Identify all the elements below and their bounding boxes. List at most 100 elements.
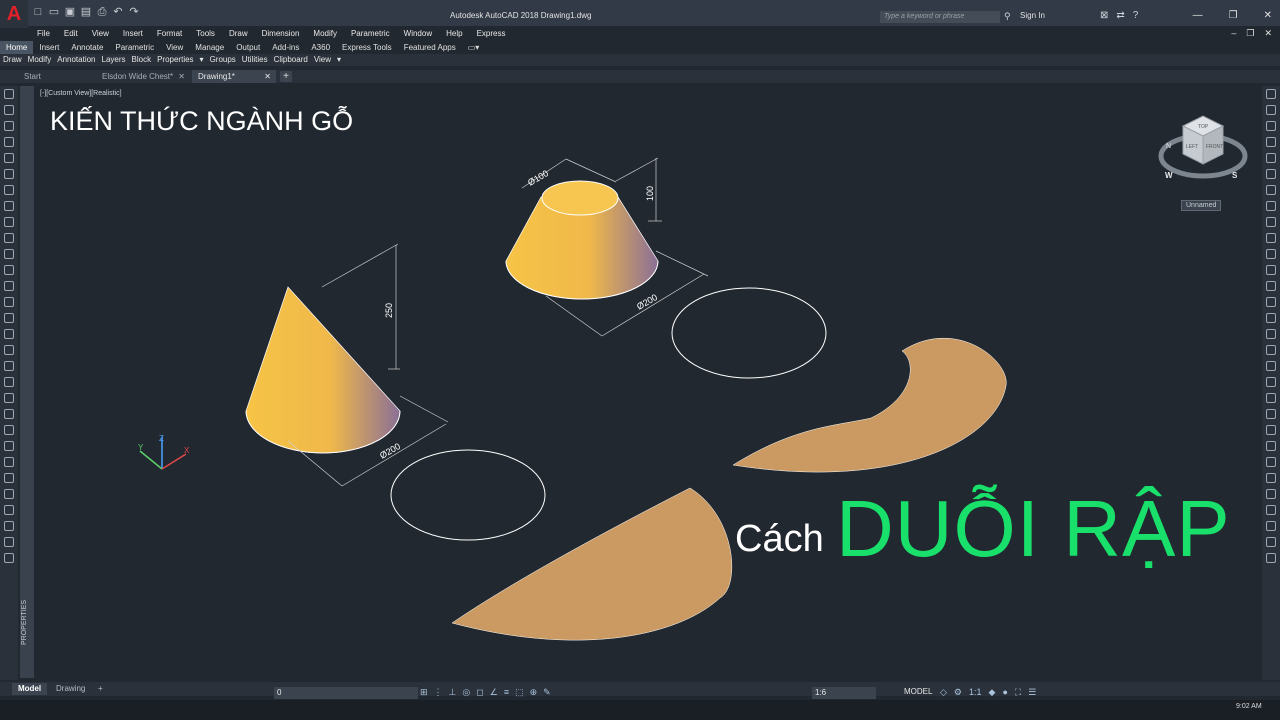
- doc-close-icon[interactable]: ✕: [1264, 28, 1272, 39]
- panel-properties[interactable]: Properties: [154, 54, 196, 66]
- tool-icon[interactable]: [4, 377, 14, 387]
- tool-icon[interactable]: [1266, 281, 1276, 291]
- customize-icon[interactable]: ☰: [1028, 687, 1036, 698]
- snap-icon[interactable]: ⋮: [434, 687, 443, 698]
- tool-icon[interactable]: [1266, 537, 1276, 547]
- viewcube-top[interactable]: TOP: [1198, 124, 1209, 130]
- tool-icon[interactable]: [4, 393, 14, 403]
- menu-file[interactable]: File: [30, 28, 57, 40]
- tool-icon[interactable]: [4, 137, 14, 147]
- tool-icon[interactable]: [1266, 457, 1276, 467]
- tool-icon[interactable]: [4, 89, 14, 99]
- doc-restore-icon[interactable]: ❐: [1246, 28, 1254, 39]
- tool-icon[interactable]: [4, 233, 14, 243]
- frustum-base-circle[interactable]: [671, 287, 827, 379]
- tool-icon[interactable]: [1266, 217, 1276, 227]
- grid-icon[interactable]: ⊞: [420, 687, 428, 698]
- tab-model[interactable]: Model: [12, 683, 48, 695]
- panel-clipboard[interactable]: Clipboard: [271, 54, 311, 66]
- viewcube-left[interactable]: LEFT: [1186, 144, 1198, 150]
- tool-icon[interactable]: [1266, 313, 1276, 323]
- cone-flat-pattern[interactable]: [451, 487, 733, 641]
- menu-dimension[interactable]: Dimension: [255, 28, 307, 40]
- binoculars-icon[interactable]: ⚲: [1004, 11, 1011, 22]
- osnap-icon[interactable]: ◻: [476, 687, 483, 698]
- panel-annotation[interactable]: Annotation: [54, 54, 98, 66]
- tool-icon[interactable]: [4, 457, 14, 467]
- tab-manage[interactable]: Manage: [189, 41, 230, 54]
- menu-edit[interactable]: Edit: [57, 28, 85, 40]
- tool-icon[interactable]: [1266, 153, 1276, 163]
- doc-tab-drawing1[interactable]: Drawing1* ✕: [192, 70, 276, 83]
- tool-icon[interactable]: [1266, 473, 1276, 483]
- add-layout-button[interactable]: +: [92, 683, 109, 695]
- lineweight-icon[interactable]: ≡: [504, 687, 509, 698]
- tab-featured-apps[interactable]: Featured Apps: [398, 41, 462, 54]
- close-icon[interactable]: ✕: [1264, 10, 1272, 21]
- tab-annotate[interactable]: Annotate: [65, 41, 109, 54]
- ribbon-toggle-icon[interactable]: ▭▾: [462, 41, 486, 54]
- tool-icon[interactable]: [4, 345, 14, 355]
- tool-icon[interactable]: [1266, 489, 1276, 499]
- tool-icon[interactable]: [1266, 89, 1276, 99]
- tool-icon[interactable]: [1266, 265, 1276, 275]
- tool-icon[interactable]: [4, 329, 14, 339]
- menu-window[interactable]: Window: [397, 28, 439, 40]
- tool-icon[interactable]: [1266, 201, 1276, 211]
- workspace-icon[interactable]: ⚙: [954, 687, 962, 698]
- tool-icon[interactable]: [1266, 121, 1276, 131]
- doc-tab-start[interactable]: Start: [18, 70, 96, 83]
- tool-icon[interactable]: [4, 553, 14, 563]
- tool-icon[interactable]: [4, 537, 14, 547]
- exchange-icon[interactable]: ⇄: [1116, 10, 1124, 21]
- restore-icon[interactable]: ❐: [1229, 10, 1238, 21]
- ortho-icon[interactable]: ⊥: [449, 687, 457, 698]
- tool-icon[interactable]: [4, 281, 14, 291]
- tool-icon[interactable]: [1266, 425, 1276, 435]
- annotation-icon[interactable]: ✎: [543, 687, 551, 698]
- layer-dropdown[interactable]: 0: [274, 687, 418, 699]
- search-input[interactable]: Type a keyword or phrase: [880, 11, 1000, 23]
- tool-icon[interactable]: [4, 185, 14, 195]
- compass-w[interactable]: W: [1165, 171, 1173, 180]
- properties-palette-strip[interactable]: [20, 86, 34, 678]
- tool-icon[interactable]: [4, 201, 14, 211]
- annotation-scale[interactable]: 1:1: [969, 687, 982, 698]
- tool-icon[interactable]: [4, 425, 14, 435]
- tool-icon[interactable]: [4, 217, 14, 227]
- new-icon[interactable]: □: [32, 6, 44, 18]
- sign-in-link[interactable]: Sign In: [1020, 11, 1045, 20]
- hardware-accel-icon[interactable]: ◆: [989, 687, 996, 698]
- tool-icon[interactable]: [1266, 233, 1276, 243]
- tab-parametric[interactable]: Parametric: [109, 41, 160, 54]
- panel-view-dropdown-icon[interactable]: ▾: [334, 54, 344, 66]
- tool-icon[interactable]: [1266, 505, 1276, 515]
- open-icon[interactable]: ▭: [48, 6, 60, 18]
- tool-icon[interactable]: [1266, 377, 1276, 387]
- menu-express[interactable]: Express: [470, 28, 513, 40]
- close-tab-icon[interactable]: ✕: [264, 70, 271, 83]
- scale-dropdown[interactable]: 1:6: [812, 687, 876, 699]
- tab-drawing-layout[interactable]: Drawing: [50, 683, 91, 695]
- tool-icon[interactable]: [4, 153, 14, 163]
- panel-layers[interactable]: Layers: [99, 54, 129, 66]
- panel-groups[interactable]: Groups: [207, 54, 239, 66]
- tool-icon[interactable]: [4, 361, 14, 371]
- menu-tools[interactable]: Tools: [189, 28, 222, 40]
- tool-icon[interactable]: [4, 121, 14, 131]
- menu-parametric[interactable]: Parametric: [344, 28, 397, 40]
- tool-icon[interactable]: [1266, 185, 1276, 195]
- menu-view[interactable]: View: [85, 28, 116, 40]
- panel-view[interactable]: View: [311, 54, 334, 66]
- doc-minimize-icon[interactable]: –: [1231, 28, 1236, 39]
- new-tab-button[interactable]: +: [280, 71, 292, 82]
- tool-icon[interactable]: [1266, 249, 1276, 259]
- ucs-dropdown[interactable]: Unnamed: [1181, 200, 1222, 211]
- tool-icon[interactable]: [1266, 361, 1276, 371]
- isometric-icon[interactable]: ◇: [940, 687, 947, 698]
- menu-insert[interactable]: Insert: [116, 28, 150, 40]
- menu-format[interactable]: Format: [150, 28, 189, 40]
- tool-icon[interactable]: [1266, 105, 1276, 115]
- selection-icon[interactable]: ⬚: [515, 687, 524, 698]
- print-icon[interactable]: ⎙: [96, 6, 108, 18]
